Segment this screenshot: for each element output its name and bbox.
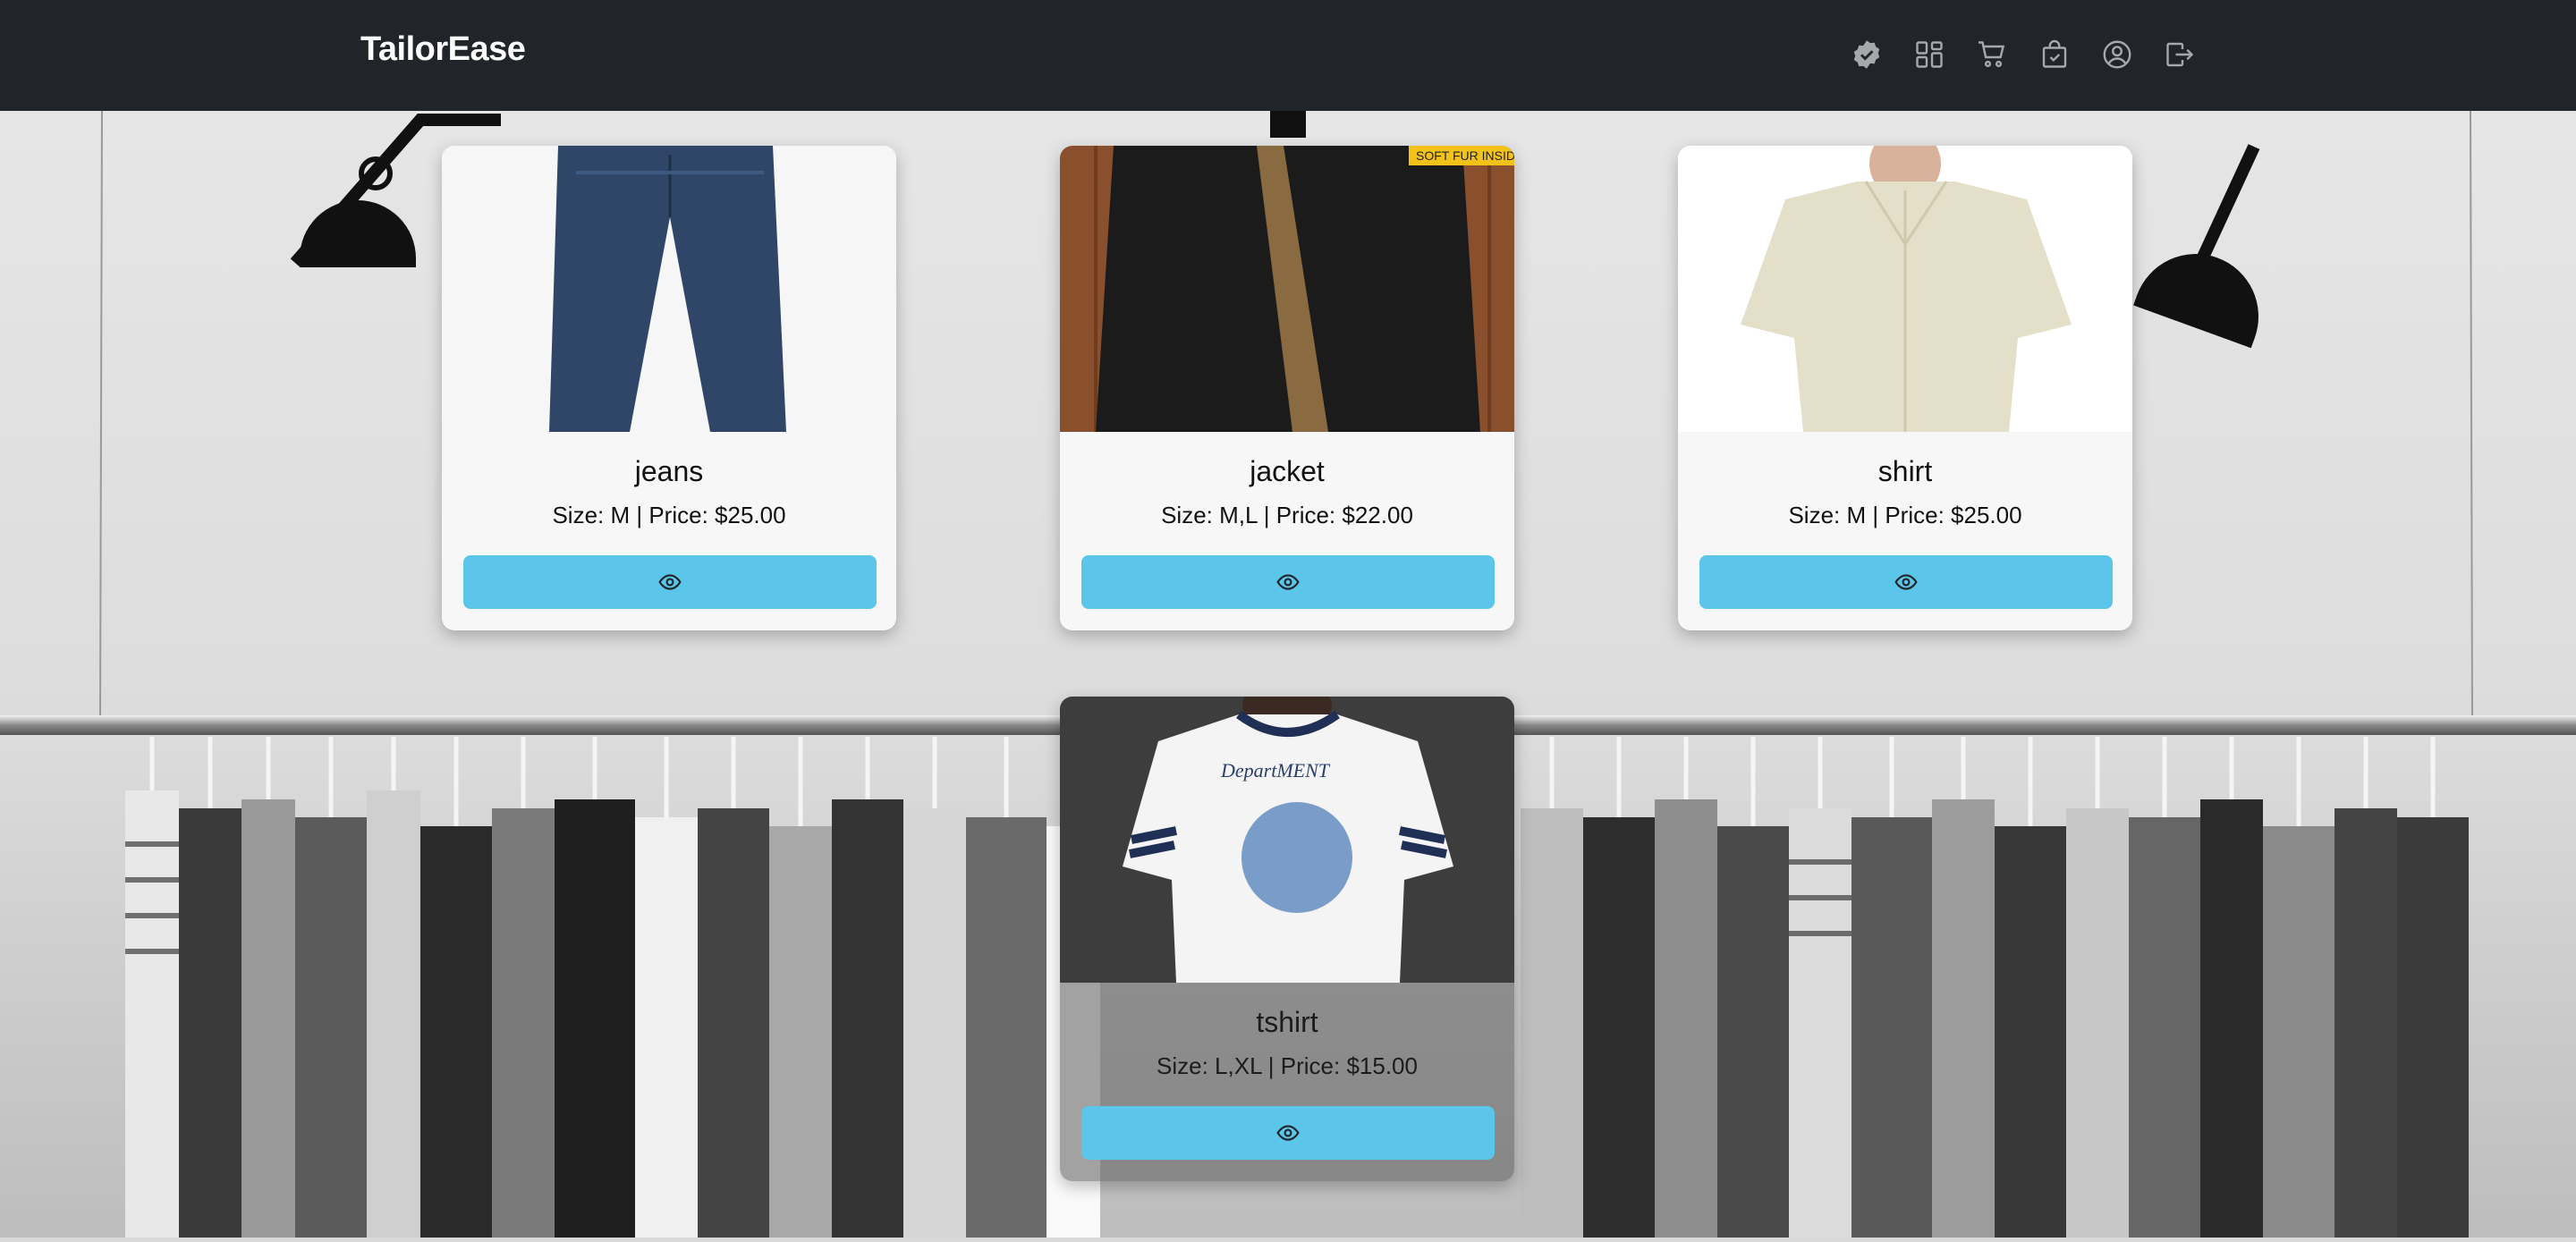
product-name: shirt [1877, 455, 1933, 487]
product-image-shirt [1678, 146, 2132, 432]
product-size-price: Size: L,XL | Price: $15.00 [1157, 1052, 1418, 1079]
logout-icon[interactable] [2161, 36, 2199, 73]
view-product-button[interactable] [1081, 555, 1495, 609]
cart-icon[interactable] [1973, 36, 2011, 73]
view-product-button[interactable] [1699, 555, 2113, 609]
navbar: TailorEase [0, 0, 2576, 111]
product-size-price: Size: M | Price: $25.00 [1788, 502, 2022, 528]
product-name: tshirt [1256, 1006, 1318, 1038]
eye-icon [1894, 574, 1918, 590]
eye-icon [1276, 574, 1300, 590]
product-card-jeans: jeans Size: M | Price: $25.00 [442, 146, 896, 630]
product-card-tshirt: DepartMENT tshirt Size: L,XL | Price: $1… [1060, 697, 1514, 1181]
product-card-shirt: shirt Size: M | Price: $25.00 [1678, 146, 2132, 630]
badge-check-icon[interactable] [1848, 36, 1885, 73]
product-card-jacket: SOFT FUR INSID jacket Size: M,L | Price:… [1060, 146, 1514, 630]
view-product-button[interactable] [463, 555, 877, 609]
view-product-button[interactable] [1081, 1106, 1495, 1160]
bag-check-icon[interactable] [2036, 36, 2073, 73]
eye-icon [1276, 1125, 1300, 1141]
product-image-jacket: SOFT FUR INSID [1060, 146, 1514, 432]
brand-logo[interactable]: TailorEase [360, 30, 526, 69]
image-badge-text: SOFT FUR INSID [1416, 148, 1514, 163]
product-size-price: Size: M,L | Price: $22.00 [1161, 502, 1413, 528]
product-name: jeans [634, 455, 704, 487]
product-image-tshirt: DepartMENT [1060, 697, 1514, 983]
eye-icon [658, 574, 682, 590]
grid-icon[interactable] [1911, 36, 1948, 73]
image-print-text: DepartMENT [1220, 759, 1331, 782]
product-name: jacket [1250, 455, 1325, 487]
user-circle-icon[interactable] [2098, 36, 2136, 73]
product-size-price: Size: M | Price: $25.00 [552, 502, 786, 528]
nav-icon-group [1848, 36, 2199, 73]
product-image-jeans [442, 146, 896, 432]
